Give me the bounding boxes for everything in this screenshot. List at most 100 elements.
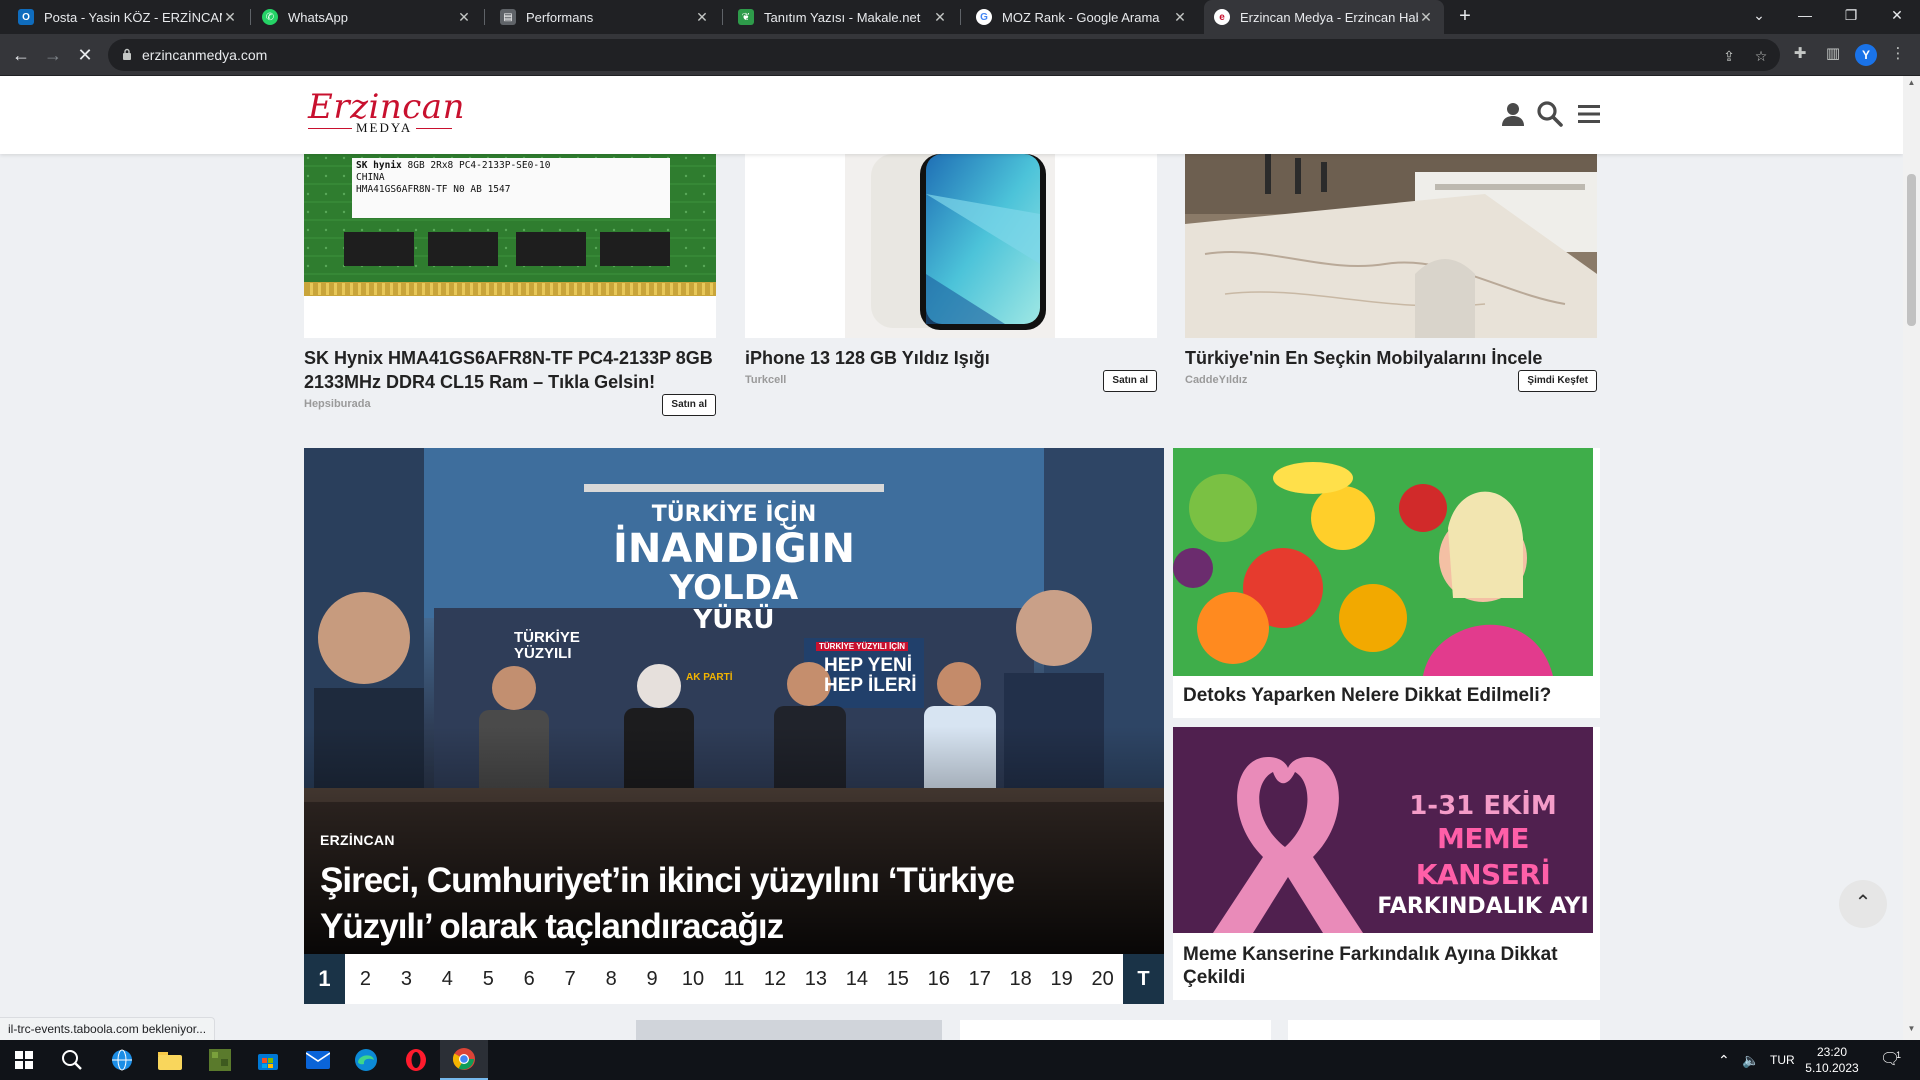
detox-image <box>1173 448 1593 676</box>
scroll-to-top-button[interactable]: ⌃ <box>1839 880 1887 928</box>
slider-page-19[interactable]: 19 <box>1041 954 1082 1004</box>
headline-title[interactable]: Şireci, Cumhuriyet’in ikinci yüzyılını ‘… <box>320 858 1120 950</box>
ram-code-text: 1547 <box>487 184 511 195</box>
slider-page-20[interactable]: 20 <box>1082 954 1123 1004</box>
slider-page-5[interactable]: 5 <box>468 954 509 1004</box>
side-news-breast-cancer[interactable]: 1-31 EKİM MEME KANSERİ FARKINDALIK AYI M… <box>1173 727 1600 1000</box>
slider-page-9[interactable]: 9 <box>632 954 673 1004</box>
ad-title[interactable]: Türkiye'nin En Seçkin Mobilyalarını İnce… <box>1185 346 1597 370</box>
tab-whatsapp[interactable]: ✆ WhatsApp ✕ <box>252 0 482 34</box>
show-hidden-icons[interactable]: ⌃ <box>1718 1040 1730 1080</box>
side-news-detox[interactable]: Detoks Yaparken Nelere Dikkat Edilmeli? <box>1173 448 1600 718</box>
slider-all-button[interactable]: T <box>1123 954 1164 1004</box>
tab-outlook[interactable]: O Posta - Yasin KÖZ - ERZİNCAN - ✕ <box>8 0 248 34</box>
tab-google-search[interactable]: G MOZ Rank - Google Arama ✕ <box>966 0 1198 34</box>
extensions-icon[interactable]: ✚ <box>1790 44 1810 64</box>
slider-page-3[interactable]: 3 <box>386 954 427 1004</box>
file-explorer-icon[interactable] <box>146 1040 194 1080</box>
stop-loading-icon[interactable]: ✕ <box>72 42 98 68</box>
search-icon[interactable] <box>1536 100 1564 128</box>
close-tab-icon[interactable]: ✕ <box>932 9 948 26</box>
start-windows-icon[interactable] <box>0 1040 48 1080</box>
slider-page-11[interactable]: 11 <box>714 954 755 1004</box>
side-panel-icon[interactable]: ▥ <box>1823 44 1843 64</box>
slider-page-6[interactable]: 6 <box>509 954 550 1004</box>
buy-button[interactable]: Satın al <box>662 394 716 416</box>
ad-source: Turkcell <box>745 374 787 386</box>
globe-app-icon[interactable] <box>98 1040 146 1080</box>
close-window-icon[interactable]: ✕ <box>1874 0 1920 34</box>
slider-page-10[interactable]: 10 <box>673 954 714 1004</box>
forward-icon[interactable]: → <box>40 42 66 68</box>
headline-category[interactable]: ERZİNCAN <box>320 832 395 848</box>
close-tab-icon[interactable]: ✕ <box>456 9 472 26</box>
close-tab-icon[interactable]: ✕ <box>694 9 710 26</box>
slider-page-2[interactable]: 2 <box>345 954 386 1004</box>
slider-page-18[interactable]: 18 <box>1000 954 1041 1004</box>
side-news-title[interactable]: Meme Kanserine Farkındalık Ayına Dikkat … <box>1183 943 1583 989</box>
tab-erzincan-medya[interactable]: e Erzincan Medya - Erzincan Haber ✕ <box>1204 0 1444 34</box>
news-card-partial[interactable] <box>960 1020 1271 1040</box>
scroll-up-arrow[interactable]: ▲ <box>1903 78 1920 92</box>
tab-title: Tanıtım Yazısı - Makale.net <box>764 9 921 25</box>
tab-performance[interactable]: ▤ Performans ✕ <box>490 0 720 34</box>
discover-button[interactable]: Şimdi Keşfet <box>1518 370 1597 392</box>
profile-avatar[interactable]: Y <box>1855 44 1877 66</box>
slider-page-12[interactable]: 12 <box>754 954 795 1004</box>
site-logo[interactable]: Erzincan MEDYA <box>308 90 464 136</box>
volume-icon[interactable]: 🔈 <box>1742 1040 1759 1080</box>
scrollbar-thumb[interactable] <box>1907 174 1916 326</box>
close-tab-icon[interactable]: ✕ <box>1418 9 1434 26</box>
google-icon: G <box>976 9 992 25</box>
windows-taskbar: ⌃ 🔈 TUR 23:20 5.10.2023 🗨 1 <box>0 1040 1920 1080</box>
slider-page-15[interactable]: 15 <box>877 954 918 1004</box>
address-bar[interactable]: erzincanmedya.com ⇪ ☆ <box>108 39 1780 71</box>
new-tab-button[interactable]: + <box>1453 4 1477 28</box>
minimize-icon[interactable]: — <box>1782 0 1828 34</box>
slider-page-1[interactable]: 1 <box>304 954 345 1004</box>
search-icon[interactable] <box>48 1040 96 1080</box>
chrome-menu-icon[interactable]: ⋮ <box>1888 44 1908 64</box>
store-icon[interactable] <box>244 1040 292 1080</box>
side-news-title[interactable]: Detoks Yaparken Nelere Dikkat Edilmeli? <box>1183 684 1551 707</box>
page-viewport: Erzincan MEDYA SK hynix 8GB 2Rx8 PC4-213… <box>0 76 1903 1040</box>
bookmark-star-icon[interactable]: ☆ <box>1752 47 1770 65</box>
close-tab-icon[interactable]: ✕ <box>1172 9 1188 26</box>
chrome-icon[interactable] <box>440 1040 488 1080</box>
site-header: Erzincan MEDYA <box>0 76 1903 154</box>
clock[interactable]: 23:20 5.10.2023 <box>1800 1044 1864 1076</box>
scroll-down-arrow[interactable]: ▼ <box>1903 1024 1920 1038</box>
mail-icon[interactable] <box>294 1040 342 1080</box>
slider-page-4[interactable]: 4 <box>427 954 468 1004</box>
opera-icon[interactable] <box>392 1040 440 1080</box>
share-icon[interactable]: ⇪ <box>1720 47 1738 65</box>
slider-page-14[interactable]: 14 <box>836 954 877 1004</box>
slider-page-16[interactable]: 16 <box>918 954 959 1004</box>
slider-page-17[interactable]: 17 <box>959 954 1000 1004</box>
back-icon[interactable]: ← <box>8 42 34 68</box>
user-icon[interactable] <box>1499 100 1527 128</box>
slider-page-13[interactable]: 13 <box>795 954 836 1004</box>
hamburger-menu-icon[interactable] <box>1575 100 1603 128</box>
input-language[interactable]: TUR <box>1770 1040 1795 1080</box>
ram-label-line1: 8GB 2Rx8 PC4-2133P-SE0-10 <box>407 160 551 171</box>
close-tab-icon[interactable]: ✕ <box>222 9 238 26</box>
iphone-image <box>745 154 1157 338</box>
slider-page-8[interactable]: 8 <box>591 954 632 1004</box>
buy-button[interactable]: Satın al <box>1103 370 1157 392</box>
tab-title: Erzincan Medya - Erzincan Haber <box>1240 9 1418 25</box>
news-card-partial[interactable] <box>636 1020 942 1040</box>
tab-makale[interactable]: ❦ Tanıtım Yazısı - Makale.net ✕ <box>728 0 958 34</box>
edge-icon[interactable] <box>342 1040 390 1080</box>
minecraft-icon[interactable] <box>196 1040 244 1080</box>
slider-page-7[interactable]: 7 <box>550 954 591 1004</box>
restore-icon[interactable]: ❐ <box>1828 0 1874 34</box>
tab-search-icon[interactable]: ⌄ <box>1736 0 1782 34</box>
ad-title[interactable]: iPhone 13 128 GB Yıldız Işığı <box>745 346 1157 370</box>
ad-title[interactable]: SK Hynix HMA41GS6AFR8N-TF PC4-2133P 8GB … <box>304 346 716 394</box>
news-card-partial[interactable] <box>1288 1020 1600 1040</box>
sign-text: HEP İLERİ <box>824 675 917 696</box>
slider-pagination: 1 2 3 4 5 6 7 8 9 10 11 12 13 14 15 16 17 18 19 20 T <box>304 954 1164 1004</box>
tab-title: MOZ Rank - Google Arama <box>1002 9 1160 25</box>
page-scrollbar[interactable]: ▲ ▼ <box>1903 76 1920 1040</box>
